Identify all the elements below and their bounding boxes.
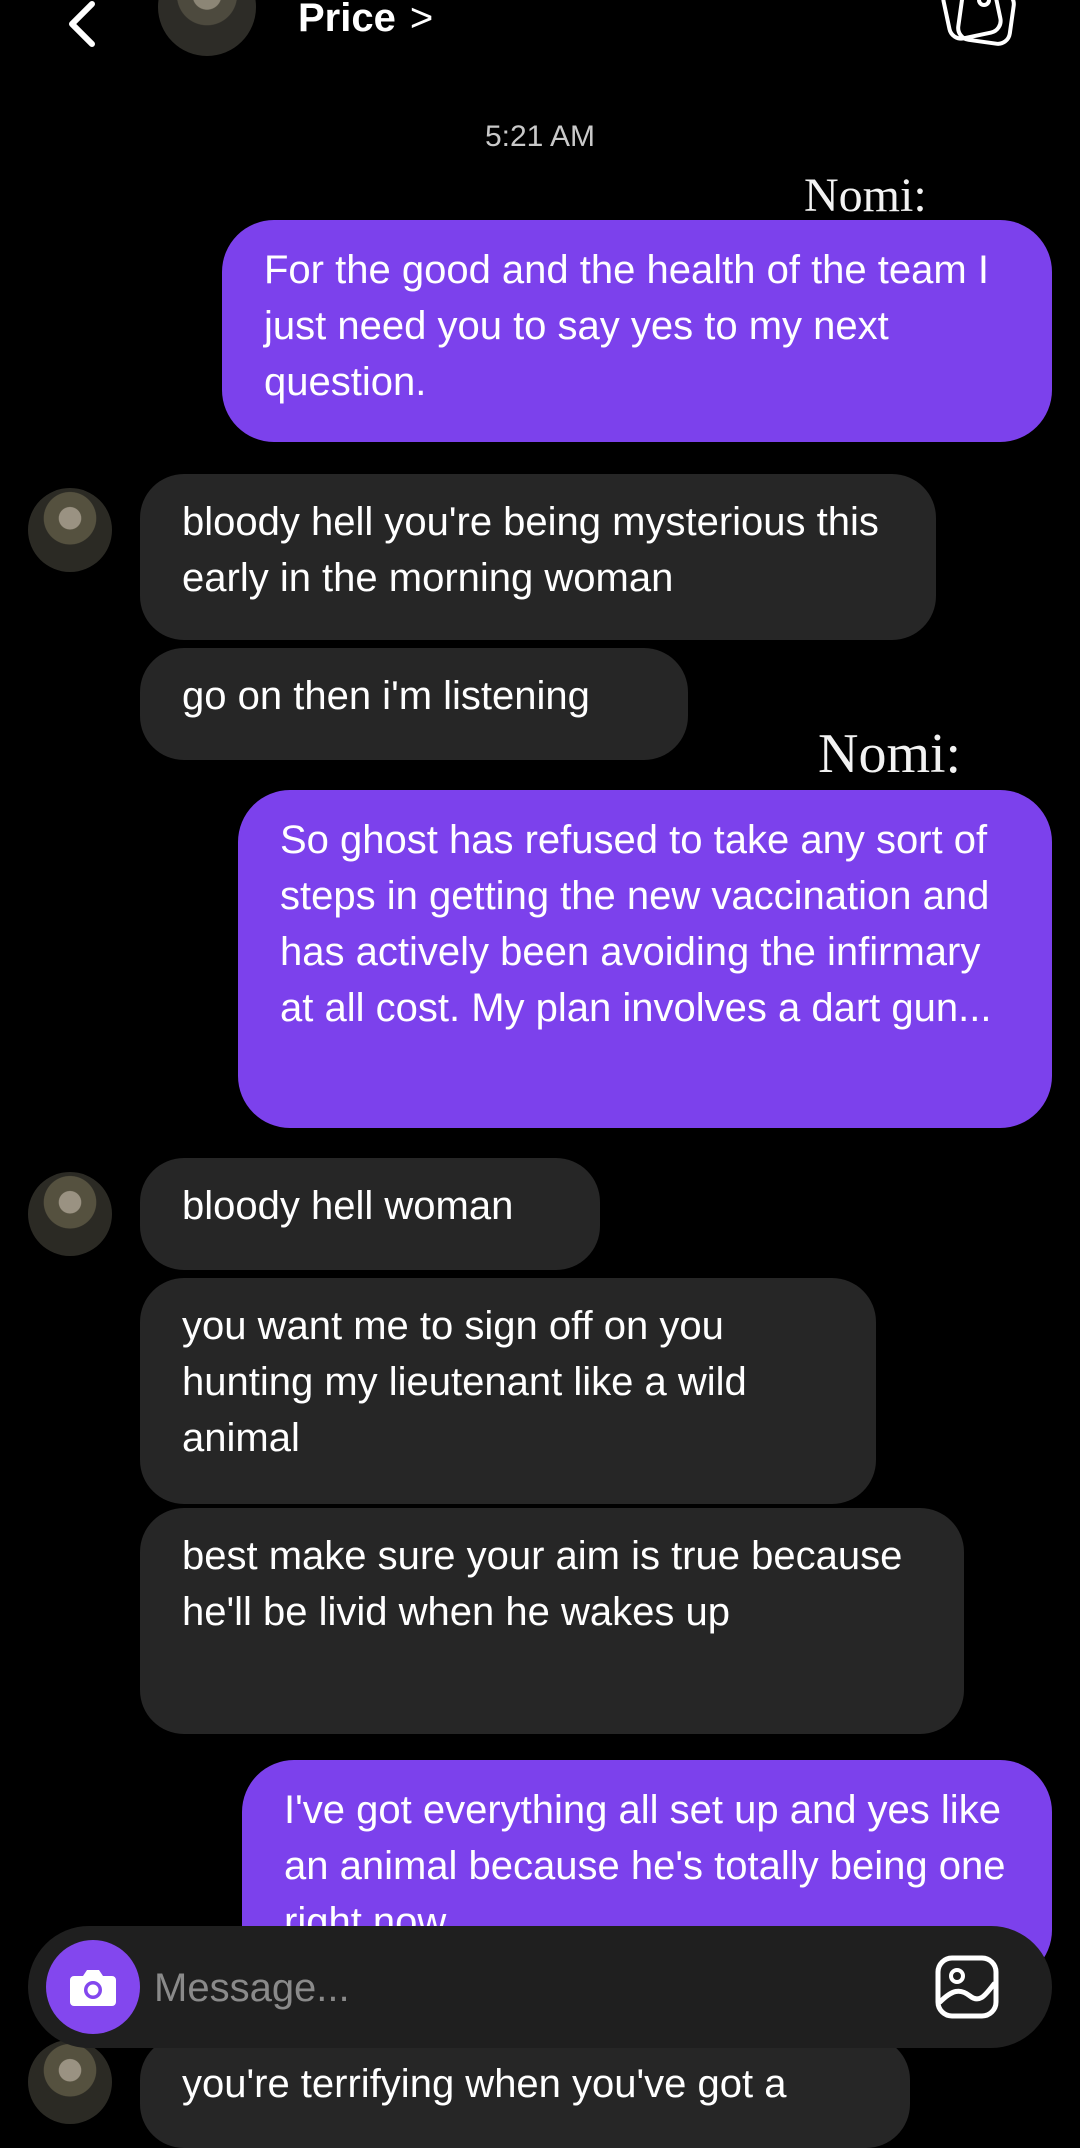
incoming-message-bubble[interactable]: best make sure your aim is true because … — [140, 1508, 964, 1734]
message-input[interactable] — [152, 1950, 916, 2026]
contact-avatar[interactable] — [158, 0, 256, 56]
contact-name-button[interactable]: Price > — [298, 0, 433, 42]
header-gallery-button[interactable] — [940, 0, 1020, 54]
back-button[interactable] — [56, 0, 106, 54]
gallery-icon — [941, 0, 1016, 46]
camera-button[interactable] — [46, 1940, 140, 2034]
message-text: So ghost has refused to take any sort of… — [280, 818, 992, 1030]
incoming-message-bubble[interactable]: go on then i'm listening — [140, 648, 688, 760]
contact-name: Price — [298, 0, 396, 40]
message-text: For the good and the health of the team … — [264, 248, 989, 404]
message-text: bloody hell woman — [182, 1184, 514, 1228]
chevron-left-icon — [69, 1, 95, 47]
message-text: best make sure your aim is true because … — [182, 1534, 903, 1634]
message-text: bloody hell you're being mysterious this… — [182, 500, 879, 600]
contact-avatar-small[interactable] — [28, 2040, 112, 2124]
incoming-message-bubble[interactable]: you're terrifying when you've got a — [140, 2036, 910, 2148]
chat-header: Price > — [0, 0, 1080, 60]
contact-avatar-small[interactable] — [28, 488, 112, 572]
message-composer — [28, 1926, 1052, 2048]
incoming-message-bubble[interactable]: bloody hell woman — [140, 1158, 600, 1270]
incoming-message-bubble[interactable]: bloody hell you're being mysterious this… — [140, 474, 936, 640]
sender-tag: Nomi: — [804, 169, 927, 222]
message-text: I've got everything all set up and yes l… — [284, 1788, 1006, 1944]
incoming-message-bubble[interactable]: you want me to sign off on you hunting m… — [140, 1278, 876, 1504]
image-icon — [935, 1955, 999, 2019]
outgoing-message-bubble[interactable]: For the good and the health of the team … — [222, 220, 1052, 442]
camera-icon — [70, 1970, 116, 2006]
sender-tag: Nomi: — [818, 723, 962, 785]
chevron-right-icon: > — [409, 0, 434, 40]
message-text: go on then i'm listening — [182, 674, 590, 718]
attach-image-button[interactable] — [928, 1948, 1006, 2026]
contact-avatar-small[interactable] — [28, 1172, 112, 1256]
message-text: you're terrifying when you've got a — [182, 2062, 787, 2106]
message-timestamp: 5:21 AM — [484, 120, 596, 153]
message-text: you want me to sign off on you hunting m… — [182, 1304, 747, 1460]
outgoing-message-bubble[interactable]: So ghost has refused to take any sort of… — [238, 790, 1052, 1128]
